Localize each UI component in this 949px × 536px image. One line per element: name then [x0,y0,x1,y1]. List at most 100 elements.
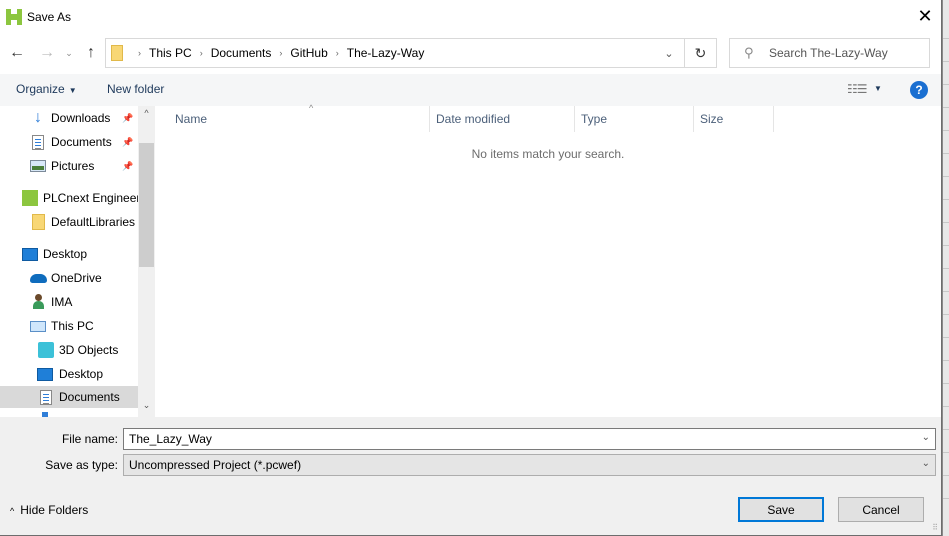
chevron-down-icon[interactable]: ⌄ [922,432,930,443]
search-input[interactable]: ⚲ Search The-Lazy-Way [729,38,930,68]
search-placeholder: Search The-Lazy-Way [769,46,888,60]
hide-folders-button[interactable]: ^ Hide Folders [10,503,88,517]
plcnext-icon [22,190,38,206]
breadcrumb-the-lazy-way[interactable]: The-Lazy-Way [347,46,425,60]
sidebar-item-downloads[interactable]: ↓ Downloads 📌 [0,107,138,129]
new-folder-button[interactable]: New folder [107,82,164,96]
chevron-up-icon: ^ [10,506,15,516]
view-options-caret-icon[interactable]: ▼ [874,84,882,93]
computer-icon [30,320,46,332]
sidebar-item-label: Documents [59,390,120,404]
sidebar-item-label: This PC [51,319,94,333]
caret-down-icon: ▼ [68,86,77,95]
sidebar-item-label: OneDrive [51,271,102,285]
organize-label: Organize [16,82,65,96]
folder-icon [111,45,123,61]
sidebar-item-desktop-root[interactable]: Desktop [0,243,138,265]
breadcrumb-separator[interactable]: › [200,48,203,58]
onedrive-icon [30,273,47,283]
close-icon: ✕ [917,5,933,26]
breadcrumb-this-pc[interactable]: This PC [149,46,192,60]
back-button[interactable]: ← [6,42,28,64]
save-type-value: Uncompressed Project (*.pcwef) [129,458,302,472]
cancel-button[interactable]: Cancel [838,497,924,522]
search-icon: ⚲ [744,45,754,60]
breadcrumb-separator: › [138,48,141,58]
navigation-pane: ↓ Downloads 📌 Documents 📌 Pictures 📌 PLC… [0,106,138,417]
organize-button[interactable]: Organize ▼ [16,82,77,96]
save-type-select[interactable]: Uncompressed Project (*.pcwef) ⌄ [123,454,936,476]
document-icon [40,389,52,405]
folder-icon [32,214,45,230]
pin-icon[interactable]: 📌 [122,113,133,124]
plcnext-app-icon [6,9,22,25]
file-list[interactable]: Name ^ Date modified Type Size No items … [155,103,941,417]
sidebar-item-3d-objects[interactable]: 3D Objects [0,339,138,361]
desktop-icon [22,247,38,261]
background-window [942,0,949,536]
pin-icon[interactable]: 📌 [122,161,133,172]
scroll-up-icon[interactable]: ^ [138,108,155,124]
sidebar-item-ima[interactable]: IMA [0,291,138,313]
sidebar-item-plcnext-engineer[interactable]: PLCnext Engineer [0,187,138,209]
file-name-input[interactable]: The_Lazy_Way ⌄ [123,428,936,450]
download-icon: ↓ [34,109,42,126]
sidebar-item-defaultlibraries[interactable]: DefaultLibraries [0,211,138,233]
up-button[interactable]: ↑ [81,42,101,64]
save-button[interactable]: Save [738,497,824,522]
sidebar-item-documents[interactable]: Documents [0,386,138,408]
close-button[interactable]: ✕ [908,0,942,32]
sidebar-item-onedrive[interactable]: OneDrive [0,267,138,289]
empty-message: No items match your search. [471,147,625,161]
sidebar-item-label: PLCnext Engineer [43,191,138,205]
save-form: File name: The_Lazy_Way ⌄ Save as type: … [0,417,941,535]
breadcrumb-separator[interactable]: › [336,48,339,58]
sort-ascending-icon: ^ [309,103,314,113]
save-type-label: Save as type: [45,458,118,472]
help-button[interactable]: ? [910,81,928,99]
chevron-down-icon[interactable]: ⌄ [922,458,930,469]
navigation-pane-scrollbar[interactable]: ^ ⌄ [138,106,155,417]
refresh-button[interactable]: ↻ [684,39,716,67]
sidebar-item-this-pc[interactable]: This PC [0,315,138,337]
user-icon [32,294,44,310]
sidebar-item-label: Downloads [51,111,111,125]
scrollbar-thumb[interactable] [139,143,154,267]
refresh-icon: ↻ [694,44,707,61]
column-header-type[interactable]: Type [574,106,694,132]
sidebar-item-label: 3D Objects [59,343,119,357]
breadcrumb: › This PC › Documents › GitHub › The-Laz… [130,39,424,67]
breadcrumb-github[interactable]: GitHub [290,46,327,60]
document-icon [32,134,44,150]
scroll-down-icon[interactable]: ⌄ [138,400,155,416]
arrow-right-icon: → [39,44,55,61]
chevron-down-icon: ⌄ [664,47,674,60]
column-header-name[interactable]: Name ^ [168,103,430,132]
sidebar-item-label: Desktop [59,367,104,381]
sidebar-item-pictures[interactable]: Pictures 📌 [0,155,138,177]
column-header-date-modified[interactable]: Date modified [429,106,575,132]
3d-objects-icon [38,342,54,358]
file-name-label: File name: [61,432,118,446]
sidebar-item-label: Documents [51,135,112,149]
hide-folders-label: Hide Folders [20,503,89,517]
column-header-size[interactable]: Size [693,106,774,132]
breadcrumb-documents[interactable]: Documents [211,46,272,60]
sidebar-item-label: DefaultLibraries [51,215,136,229]
resize-grip-icon[interactable]: ⠿ [932,523,938,532]
sidebar-item-desktop[interactable]: Desktop [0,363,138,385]
pin-icon[interactable]: 📌 [122,137,133,148]
address-bar[interactable]: › This PC › Documents › GitHub › The-Laz… [105,38,717,68]
breadcrumb-separator[interactable]: › [279,48,282,58]
pictures-icon [30,160,46,172]
desktop-icon [37,367,53,381]
view-details-icon[interactable]: ☷☰ [847,82,867,96]
sidebar-item-documents-pinned[interactable]: Documents 📌 [0,131,138,153]
command-toolbar: Organize ▼ New folder ☷☰ ▼ ? [0,74,941,106]
recent-locations-button[interactable]: ⌄ [62,42,76,64]
sidebar-item-label: IMA [51,295,73,309]
address-dropdown-button[interactable]: ⌄ [654,39,684,67]
forward-button[interactable]: → [36,42,58,64]
sidebar-item-label: Pictures [51,159,95,173]
title-bar: Save As ✕ [0,0,941,34]
